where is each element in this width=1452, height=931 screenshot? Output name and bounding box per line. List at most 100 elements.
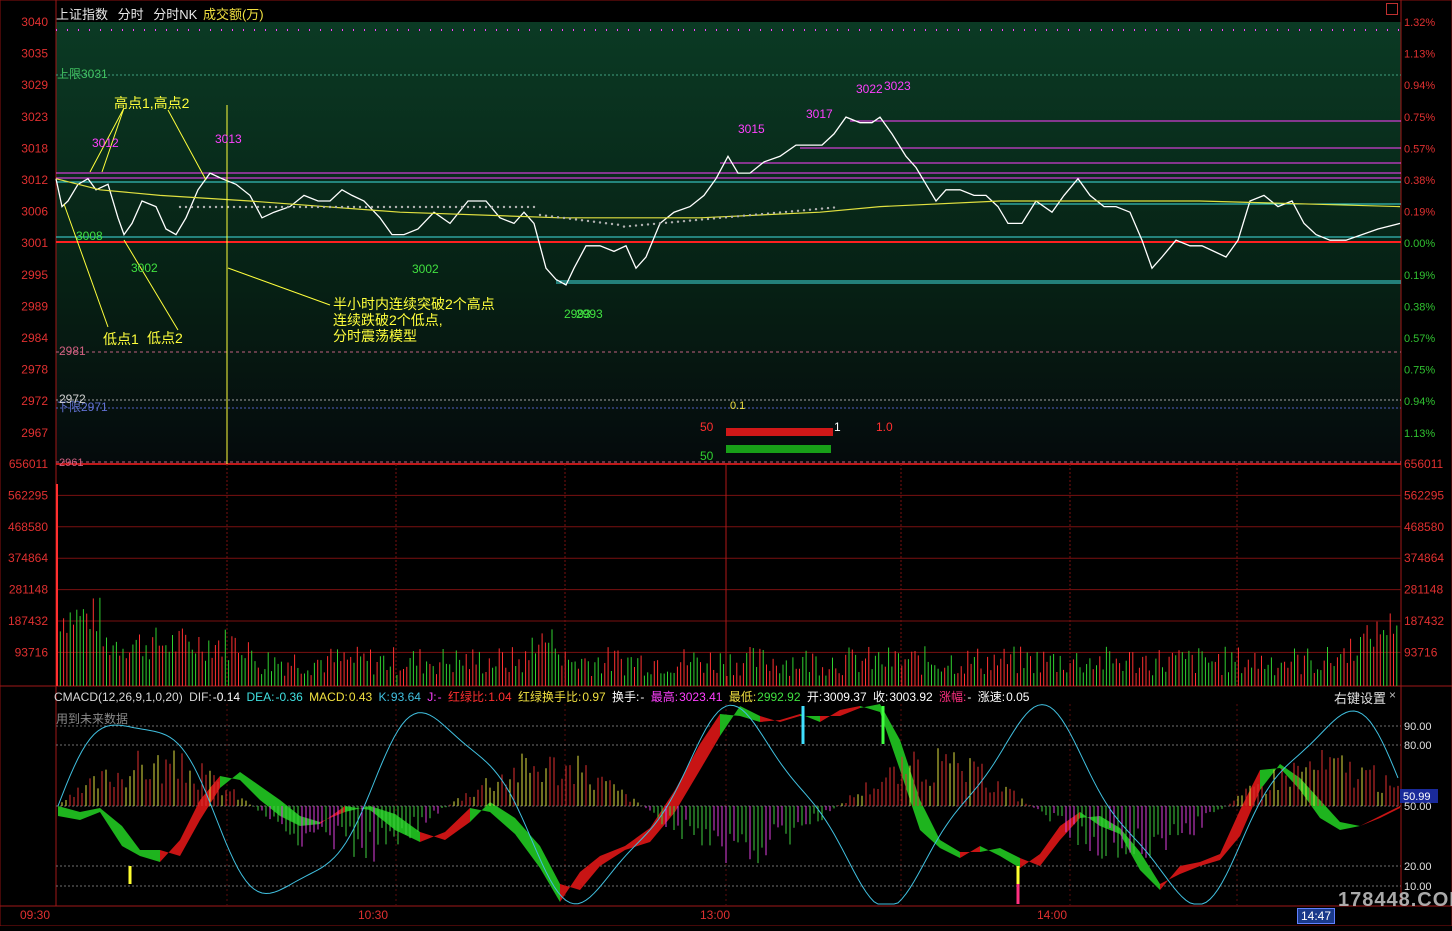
dea-value: -0.36 xyxy=(275,690,303,704)
price-mark-ratio_green_left: 50 xyxy=(700,449,714,463)
volume-tick-label: 93716 xyxy=(15,645,49,659)
price-mark-low_3002b: 3002 xyxy=(412,262,439,276)
red-ratio-bar xyxy=(726,428,833,436)
rg-label: 红绿比: xyxy=(447,690,488,704)
avg-dot xyxy=(382,205,386,209)
avg-dot xyxy=(832,206,836,209)
avg-dot xyxy=(274,205,278,209)
price-tick-label: 3040 xyxy=(21,15,48,29)
avg-dot xyxy=(610,222,614,226)
avg-dot xyxy=(490,205,494,209)
price-mark-level_2981: 2981 xyxy=(59,344,86,358)
macd-ribbon-segment xyxy=(220,772,240,788)
pct-tick-label: 0.94% xyxy=(1404,80,1435,92)
avg-dot xyxy=(646,223,650,226)
intraday-chart[interactable]: 3040 1.32% 3035 1.13% 3029 0.94% 3023 0.75% 3018… xyxy=(0,0,1452,927)
j-value: - xyxy=(437,690,442,704)
avg-dot xyxy=(208,205,212,209)
avg-dot xyxy=(718,216,722,220)
macd-ribbon-segment xyxy=(140,850,160,862)
green-ratio-bar xyxy=(726,445,831,453)
avg-dot xyxy=(640,223,644,227)
avg-dot xyxy=(184,205,188,209)
volume-tick-label-right: 281148 xyxy=(1404,583,1443,597)
avg-dot xyxy=(676,220,680,223)
pct-tick-label: 0.19% xyxy=(1404,270,1435,282)
mode-tab[interactable]: 分时 xyxy=(118,7,144,22)
avg-dot xyxy=(334,205,338,209)
price-mark-small_01: 0.1 xyxy=(730,400,745,412)
avg-dot xyxy=(436,205,440,209)
macd-ribbon-segment xyxy=(240,772,260,800)
current-time-badge: 14:47 xyxy=(1297,908,1336,924)
avg-dot xyxy=(622,225,626,228)
settings-button[interactable]: 右键设置 xyxy=(1334,688,1386,707)
indicator-label[interactable]: 成交额(万) xyxy=(203,7,264,22)
macd-ribbon-segment xyxy=(122,826,140,856)
volume-tick-label-right: 374864 xyxy=(1404,551,1444,565)
macd-ribbon-segment xyxy=(420,832,445,842)
avg-dot xyxy=(484,205,488,209)
dif-label: DIF: xyxy=(189,690,212,704)
price-mark-high_3013: 3013 xyxy=(215,132,242,146)
index-name[interactable]: 上证指数 xyxy=(56,7,108,22)
rg2-label: 红绿换手比: xyxy=(518,690,582,704)
avg-dot xyxy=(268,205,272,209)
volume-tick-label-right: 93716 xyxy=(1404,645,1438,659)
price-tick-label: 2978 xyxy=(21,363,48,377)
avg-dot xyxy=(400,205,404,209)
avg-dot xyxy=(574,218,578,221)
avg-dot xyxy=(814,207,818,211)
avg-dot xyxy=(442,205,446,209)
avg-dot xyxy=(694,218,698,222)
avg-dot xyxy=(454,205,458,209)
avg-dot xyxy=(742,214,746,217)
macd-ribbon-segment xyxy=(1140,852,1160,890)
macd-header: CMACD(12,26,9,1,0,20) DIF:-0.14 DEA:-0.3… xyxy=(54,688,1032,705)
avg-dot xyxy=(532,205,536,209)
price-tick-label: 2989 xyxy=(21,299,48,313)
avg-dot xyxy=(712,217,716,220)
avg-dot xyxy=(190,205,194,209)
maximize-icon[interactable] xyxy=(1386,3,1398,15)
avg-dot xyxy=(784,210,788,214)
avg-dot xyxy=(592,220,596,223)
avg-dot xyxy=(754,213,758,216)
macd-name[interactable]: CMACD(12,26,9,1,0,20) xyxy=(54,690,183,704)
avg-dot xyxy=(736,215,740,218)
avg-dot xyxy=(322,205,326,209)
macd-ribbon-segment xyxy=(1380,806,1400,818)
avg-dot xyxy=(460,205,464,209)
macd-ribbon-segment xyxy=(720,706,740,736)
close-icon[interactable]: × xyxy=(1389,688,1396,702)
macd-ribbon-segment xyxy=(515,818,540,868)
price-tick-label: 3012 xyxy=(21,173,48,187)
macd-ribbon-segment xyxy=(780,714,800,722)
speed-label: 涨速: xyxy=(977,690,1006,704)
macd-ribbon-segment xyxy=(960,846,980,858)
mode-tab-nk[interactable]: 分时NK xyxy=(153,7,197,22)
avg-dot xyxy=(364,205,368,209)
avg-dot xyxy=(658,222,662,225)
k-value: 93.64 xyxy=(390,690,421,704)
price-mark-high_3015: 3015 xyxy=(738,122,765,136)
price-tick-label: 2972 xyxy=(21,394,48,408)
macd-ribbon-segment xyxy=(760,716,780,722)
price-mark-ratio_one: 1 xyxy=(834,420,841,434)
avg-dot xyxy=(730,215,734,219)
avg-dot xyxy=(466,205,470,209)
macd-ribbon-segment xyxy=(320,806,345,824)
high-value: 3023.41 xyxy=(679,690,723,704)
volume-tick-label: 562295 xyxy=(8,488,48,502)
close-value: 3003.92 xyxy=(889,690,933,704)
macd-label: MACD: xyxy=(309,690,348,704)
avg-dot xyxy=(706,217,710,221)
avg-dot xyxy=(346,205,350,209)
avg-dot xyxy=(598,221,602,224)
avg-dot xyxy=(202,205,206,209)
avg-dot xyxy=(700,218,704,221)
avg-dot xyxy=(406,205,410,209)
price-mark-high_3017: 3017 xyxy=(806,107,833,121)
turn-label: 换手: xyxy=(612,690,640,704)
avg-dot xyxy=(526,205,530,209)
